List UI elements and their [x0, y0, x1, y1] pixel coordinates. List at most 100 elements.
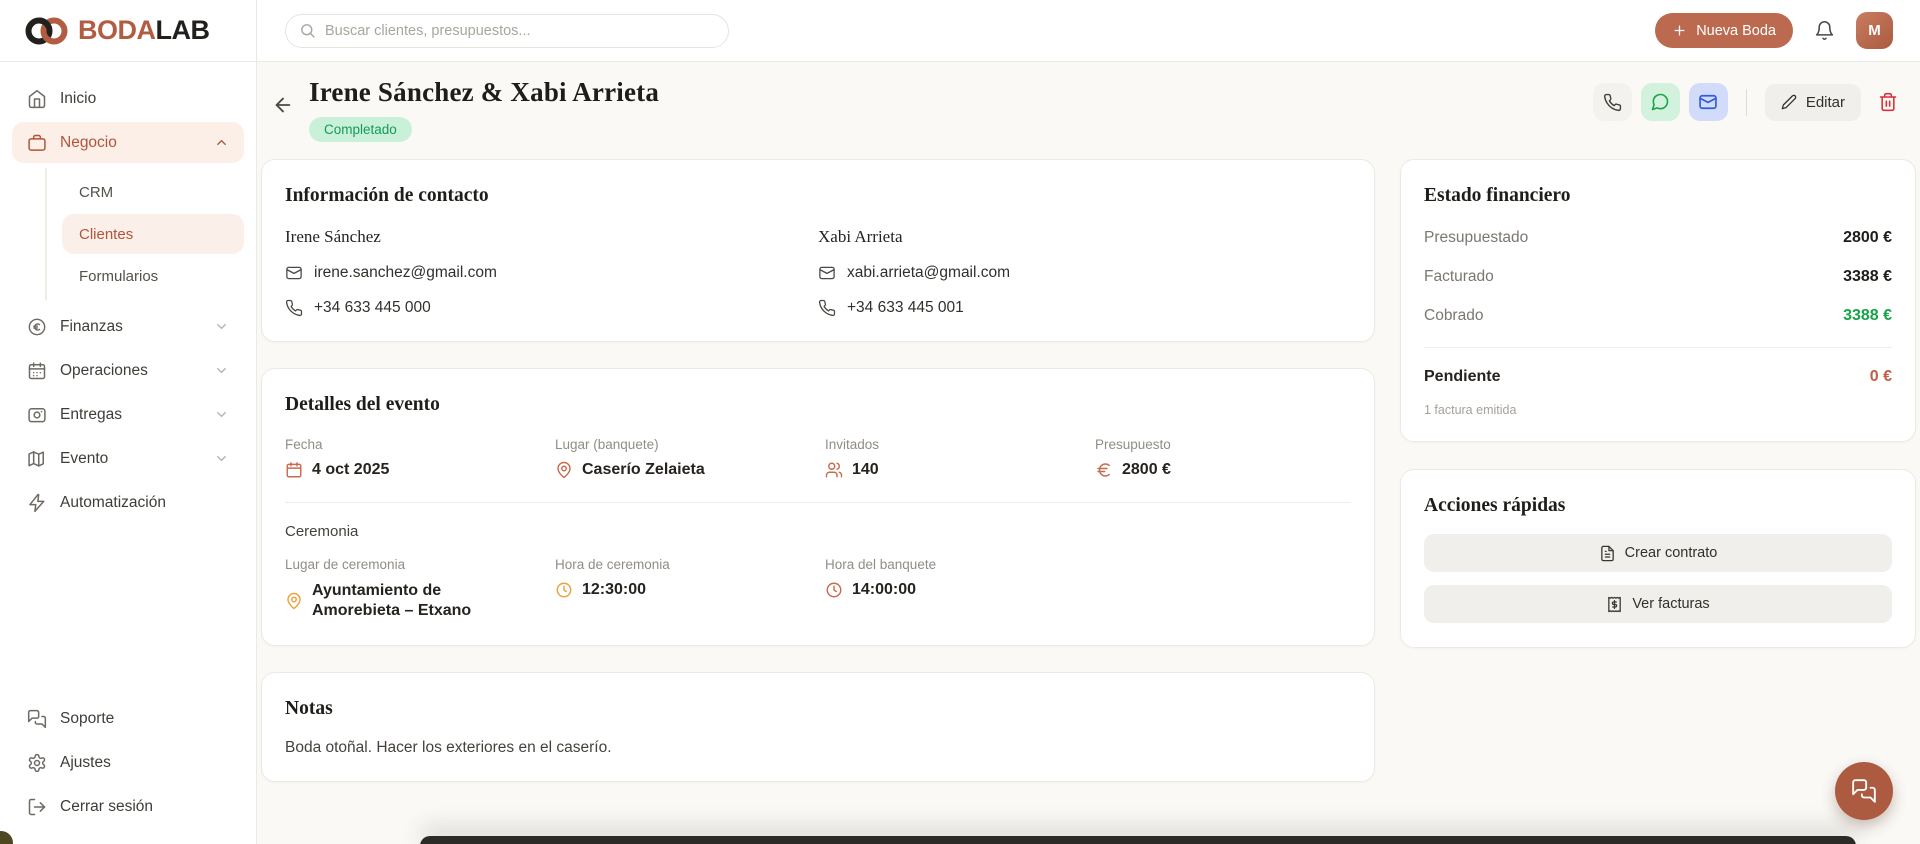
event-field-fecha: Fecha 4 oct 2025 [285, 437, 541, 479]
sidebar-item-automatizacion[interactable]: Automatización [12, 482, 244, 523]
sidebar-item-clientes[interactable]: Clientes [62, 214, 244, 254]
field-value: 12:30:00 [582, 581, 646, 599]
chat-fab-button[interactable] [1835, 762, 1893, 820]
edit-button[interactable]: Editar [1765, 84, 1861, 121]
field-label: Hora de ceremonia [555, 557, 811, 572]
sidebar-item-label: Automatización [60, 494, 166, 512]
bell-icon[interactable] [1814, 20, 1835, 41]
record-actions: Editar [1593, 83, 1904, 121]
zap-icon [27, 493, 47, 513]
financial-row-presupuestado: Presupuestado 2800 € [1424, 229, 1892, 247]
calendar-icon [27, 361, 47, 381]
plus-icon [1672, 23, 1687, 38]
actions-divider [1746, 89, 1747, 116]
logout-icon [27, 797, 47, 817]
event-details-card: Detalles del evento Fecha 4 oct 2025 Lug… [261, 368, 1375, 646]
global-search[interactable] [285, 14, 729, 48]
phone-row[interactable]: +34 633 445 001 [818, 299, 1351, 317]
home-icon [27, 89, 47, 109]
content-columns: Información de contacto Irene Sánchez ir… [261, 159, 1916, 782]
field-value: 4 oct 2025 [312, 461, 389, 479]
chevron-down-icon [214, 451, 229, 466]
title-block: Irene Sánchez & Xabi Arrieta Completado [309, 77, 659, 142]
left-column: Información de contacto Irene Sánchez ir… [261, 159, 1375, 782]
contact-person: Xabi Arrieta xabi.arrieta@gmail.com +34 [818, 227, 1351, 317]
right-column: Estado financiero Presupuestado 2800 € F… [1400, 159, 1916, 782]
euro-circle-icon [27, 317, 47, 337]
field-label: Fecha [285, 437, 541, 452]
mail-icon [818, 264, 836, 282]
event-card-heading: Detalles del evento [285, 394, 1351, 416]
financial-divider [1424, 347, 1892, 348]
field-value: 2800 € [1122, 461, 1171, 479]
sidebar-item-entregas[interactable]: Entregas [12, 394, 244, 435]
email-button[interactable] [1689, 83, 1728, 121]
financial-heading: Estado financiero [1424, 185, 1892, 207]
support-chat-icon [27, 709, 47, 729]
search-icon [299, 22, 316, 39]
email-value: irene.sanchez@gmail.com [314, 264, 497, 282]
call-button[interactable] [1593, 83, 1632, 121]
sidebar-item-crm[interactable]: CRM [62, 172, 244, 212]
sidebar-item-negocio[interactable]: Negocio [12, 122, 244, 163]
search-input[interactable] [325, 23, 715, 39]
brand-name: BODALAB [78, 15, 210, 46]
row-value: 2800 € [1843, 229, 1892, 247]
chevron-down-icon [214, 407, 229, 422]
whatsapp-button[interactable] [1641, 83, 1680, 121]
sidebar-item-finanzas[interactable]: Finanzas [12, 306, 244, 347]
receipt-icon [1606, 596, 1623, 613]
sidebar-item-soporte[interactable]: Soporte [12, 698, 244, 739]
ceremony-field-hora-banquete: Hora del banquete 14:00:00 [825, 557, 1081, 621]
sidebar-item-label: Entregas [60, 406, 122, 424]
create-contract-button[interactable]: Crear contrato [1424, 534, 1892, 572]
quick-actions-card: Acciones rápidas Crear contrato Ver fact… [1400, 469, 1916, 648]
contact-card: Información de contacto Irene Sánchez ir… [261, 159, 1375, 342]
sidebar-item-label: Negocio [60, 134, 117, 152]
sidebar-footer: Soporte Ajustes Cerrar sesión [12, 698, 244, 830]
invoice-count-note: 1 factura emitida [1424, 403, 1892, 417]
page-header-row: Irene Sánchez & Xabi Arrieta Completado [261, 77, 1916, 142]
status-badge: Completado [309, 117, 412, 142]
phone-row[interactable]: +34 633 445 000 [285, 299, 818, 317]
email-row[interactable]: xabi.arrieta@gmail.com [818, 264, 1351, 282]
sidebar-item-inicio[interactable]: Inicio [12, 78, 244, 119]
sidebar-item-operaciones[interactable]: Operaciones [12, 350, 244, 391]
sidebar: Inicio Negocio CRM Clientes Formularios … [0, 62, 257, 844]
financial-card: Estado financiero Presupuestado 2800 € F… [1400, 159, 1916, 442]
clock-icon [555, 581, 573, 599]
sidebar-item-formularios[interactable]: Formularios [62, 256, 244, 296]
top-header: BODALAB Nueva Boda M [0, 0, 1920, 62]
main-content: Irene Sánchez & Xabi Arrieta Completado [257, 62, 1920, 844]
sidebar-item-label: Ajustes [60, 754, 111, 772]
view-invoices-button[interactable]: Ver facturas [1424, 585, 1892, 623]
field-value: 14:00:00 [852, 581, 916, 599]
brand-logo[interactable]: BODALAB [0, 0, 257, 61]
event-field-lugar-banquete: Lugar (banquete) Caserío Zelaieta [555, 437, 811, 479]
field-value: 140 [852, 461, 879, 479]
mail-icon [285, 264, 303, 282]
financial-row-cobrado: Cobrado 3388 € [1424, 307, 1892, 325]
row-value: 0 € [1870, 368, 1892, 386]
delete-button[interactable] [1872, 86, 1904, 118]
sidebar-item-ajustes[interactable]: Ajustes [12, 742, 244, 783]
back-button[interactable] [268, 90, 298, 120]
bottom-sheet-edge[interactable] [420, 836, 1856, 844]
new-wedding-button[interactable]: Nueva Boda [1655, 13, 1793, 48]
ceremony-field-lugar: Lugar de ceremonia Ayuntamiento de Amore… [285, 557, 541, 621]
sidebar-item-label: CRM [79, 184, 113, 201]
quick-actions-heading: Acciones rápidas [1424, 495, 1892, 517]
phone-value: +34 633 445 001 [847, 299, 964, 317]
avatar[interactable]: M [1856, 12, 1893, 49]
rings-icon [25, 15, 69, 47]
contact-card-heading: Información de contacto [285, 185, 1351, 207]
contact-person: Irene Sánchez irene.sanchez@gmail.com + [285, 227, 818, 317]
phone-icon [285, 299, 303, 317]
field-label: Lugar (banquete) [555, 437, 811, 452]
map-pin-icon [285, 592, 303, 610]
sidebar-item-cerrar-sesion[interactable]: Cerrar sesión [12, 786, 244, 827]
email-row[interactable]: irene.sanchez@gmail.com [285, 264, 818, 282]
sidebar-item-evento[interactable]: Evento [12, 438, 244, 479]
financial-row-facturado: Facturado 3388 € [1424, 268, 1892, 286]
row-label: Facturado [1424, 268, 1494, 286]
